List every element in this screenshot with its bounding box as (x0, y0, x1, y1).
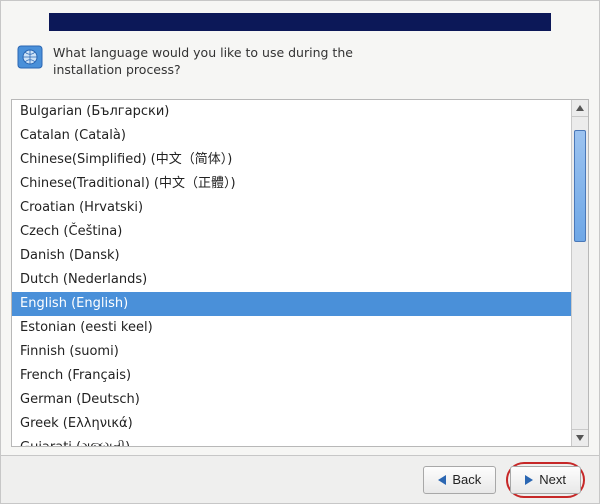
language-option[interactable]: Finnish (suomi) (12, 340, 571, 364)
back-button[interactable]: Back (423, 466, 496, 494)
language-option[interactable]: Greek (Ελληνικά) (12, 412, 571, 436)
language-flag-icon (17, 45, 43, 69)
language-option[interactable]: English (English) (12, 292, 571, 316)
next-button-highlight: Next (506, 462, 585, 498)
next-button-label: Next (539, 472, 566, 487)
language-option[interactable]: Catalan (Català) (12, 124, 571, 148)
header-question: What language would you like to use duri… (53, 45, 353, 79)
language-option[interactable]: Croatian (Hrvatski) (12, 196, 571, 220)
scrollbar[interactable] (571, 100, 588, 446)
footer: Back Next (1, 455, 599, 503)
language-option[interactable]: Chinese(Traditional) (中文（正體）) (12, 172, 571, 196)
language-option[interactable]: French (Français) (12, 364, 571, 388)
language-option[interactable]: Gujarati (ગુજરાતી) (12, 436, 571, 446)
language-list-container: Bulgarian (Български)Catalan (Català)Chi… (11, 99, 589, 447)
scroll-down-button[interactable] (572, 429, 588, 446)
scrollbar-thumb[interactable] (574, 130, 586, 242)
arrow-right-icon (525, 475, 533, 485)
scroll-up-button[interactable] (572, 100, 588, 117)
language-option[interactable]: Estonian (eesti keel) (12, 316, 571, 340)
language-list[interactable]: Bulgarian (Български)Catalan (Català)Chi… (12, 100, 571, 446)
language-option[interactable]: German (Deutsch) (12, 388, 571, 412)
next-button[interactable]: Next (510, 466, 581, 494)
header-line1: What language would you like to use duri… (53, 45, 353, 62)
language-option[interactable]: Dutch (Nederlands) (12, 268, 571, 292)
language-option[interactable]: Chinese(Simplified) (中文（简体）) (12, 148, 571, 172)
arrow-left-icon (438, 475, 446, 485)
header: What language would you like to use duri… (17, 45, 583, 85)
chevron-up-icon (576, 105, 584, 111)
language-option[interactable]: Czech (Čeština) (12, 220, 571, 244)
header-line2: installation process? (53, 62, 353, 79)
language-option[interactable]: Bulgarian (Български) (12, 100, 571, 124)
chevron-down-icon (576, 435, 584, 441)
back-button-label: Back (452, 472, 481, 487)
title-bar (49, 13, 551, 31)
language-option[interactable]: Danish (Dansk) (12, 244, 571, 268)
installer-window: What language would you like to use duri… (0, 0, 600, 504)
